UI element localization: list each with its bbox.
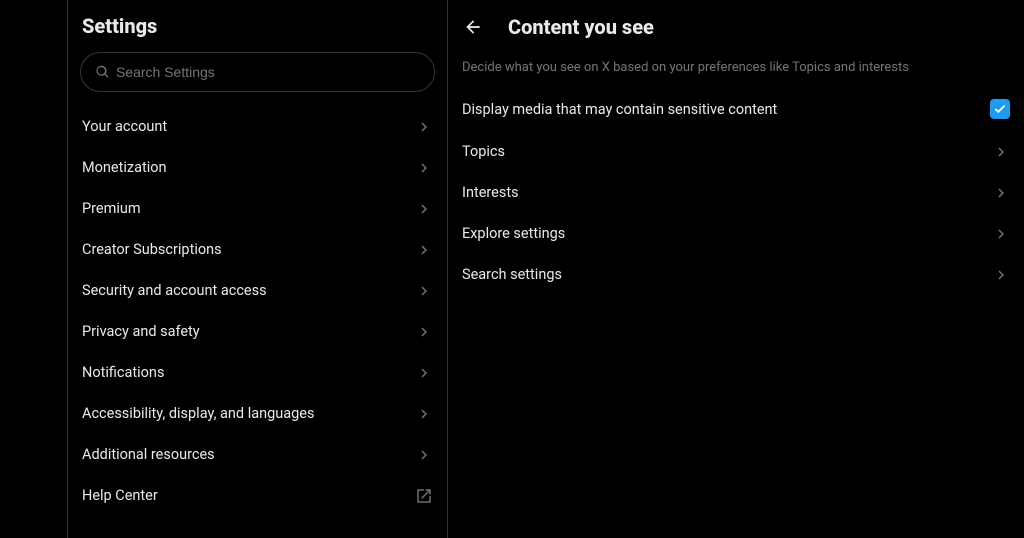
nav-item-label: Privacy and safety — [82, 323, 200, 340]
chevron-right-icon — [992, 266, 1010, 284]
chevron-right-icon — [415, 282, 433, 300]
nav-monetization[interactable]: Monetization — [68, 147, 447, 188]
detail-item-label: Search settings — [462, 266, 562, 283]
nav-privacy[interactable]: Privacy and safety — [68, 311, 447, 352]
detail-description: Decide what you see on X based on your p… — [448, 52, 1024, 89]
back-button[interactable] — [456, 10, 490, 44]
detail-title: Content you see — [508, 15, 654, 39]
arrow-left-icon — [463, 17, 483, 37]
search-icon — [95, 64, 110, 80]
nav-additional-resources[interactable]: Additional resources — [68, 434, 447, 475]
nav-item-label: Additional resources — [82, 446, 215, 463]
detail-item-search-settings[interactable]: Search settings — [448, 254, 1024, 295]
nav-item-label: Monetization — [82, 159, 167, 176]
chevron-right-icon — [415, 446, 433, 464]
settings-title: Settings — [68, 10, 447, 48]
search-input[interactable] — [116, 64, 420, 80]
nav-accessibility[interactable]: Accessibility, display, and languages — [68, 393, 447, 434]
chevron-right-icon — [415, 364, 433, 382]
chevron-right-icon — [992, 143, 1010, 161]
detail-item-label: Interests — [462, 184, 519, 201]
detail-item-label: Topics — [462, 143, 505, 160]
check-icon — [993, 102, 1007, 116]
nav-item-label: Security and account access — [82, 282, 267, 299]
sensitive-content-toggle-row[interactable]: Display media that may contain sensitive… — [448, 89, 1024, 131]
nav-item-label: Premium — [82, 200, 141, 217]
detail-panel: Content you see Decide what you see on X… — [448, 0, 1024, 538]
nav-notifications[interactable]: Notifications — [68, 352, 447, 393]
chevron-right-icon — [415, 323, 433, 341]
external-link-icon — [415, 487, 433, 505]
settings-sidebar: Settings Your account Monetization Premi… — [68, 0, 448, 538]
left-nav-gap — [0, 0, 68, 538]
chevron-right-icon — [415, 159, 433, 177]
detail-item-topics[interactable]: Topics — [448, 131, 1024, 172]
nav-item-label: Creator Subscriptions — [82, 241, 222, 258]
chevron-right-icon — [415, 241, 433, 259]
nav-item-label: Notifications — [82, 364, 164, 381]
nav-creator-subs[interactable]: Creator Subscriptions — [68, 229, 447, 270]
search-wrap — [68, 48, 447, 106]
detail-item-explore-settings[interactable]: Explore settings — [448, 213, 1024, 254]
nav-your-account[interactable]: Your account — [68, 106, 447, 147]
nav-security[interactable]: Security and account access — [68, 270, 447, 311]
detail-item-label: Explore settings — [462, 225, 565, 242]
chevron-right-icon — [415, 118, 433, 136]
nav-item-label: Your account — [82, 118, 167, 135]
chevron-right-icon — [992, 225, 1010, 243]
detail-item-interests[interactable]: Interests — [448, 172, 1024, 213]
nav-premium[interactable]: Premium — [68, 188, 447, 229]
chevron-right-icon — [415, 405, 433, 423]
sensitive-content-checkbox[interactable] — [990, 99, 1010, 119]
nav-item-label: Accessibility, display, and languages — [82, 405, 314, 422]
search-settings[interactable] — [80, 52, 435, 92]
chevron-right-icon — [992, 184, 1010, 202]
nav-help-center[interactable]: Help Center — [68, 475, 447, 516]
nav-item-label: Help Center — [82, 487, 158, 504]
chevron-right-icon — [415, 200, 433, 218]
toggle-label: Display media that may contain sensitive… — [462, 101, 777, 118]
settings-nav: Your account Monetization Premium Creato… — [68, 106, 447, 516]
detail-header: Content you see — [448, 6, 1024, 52]
